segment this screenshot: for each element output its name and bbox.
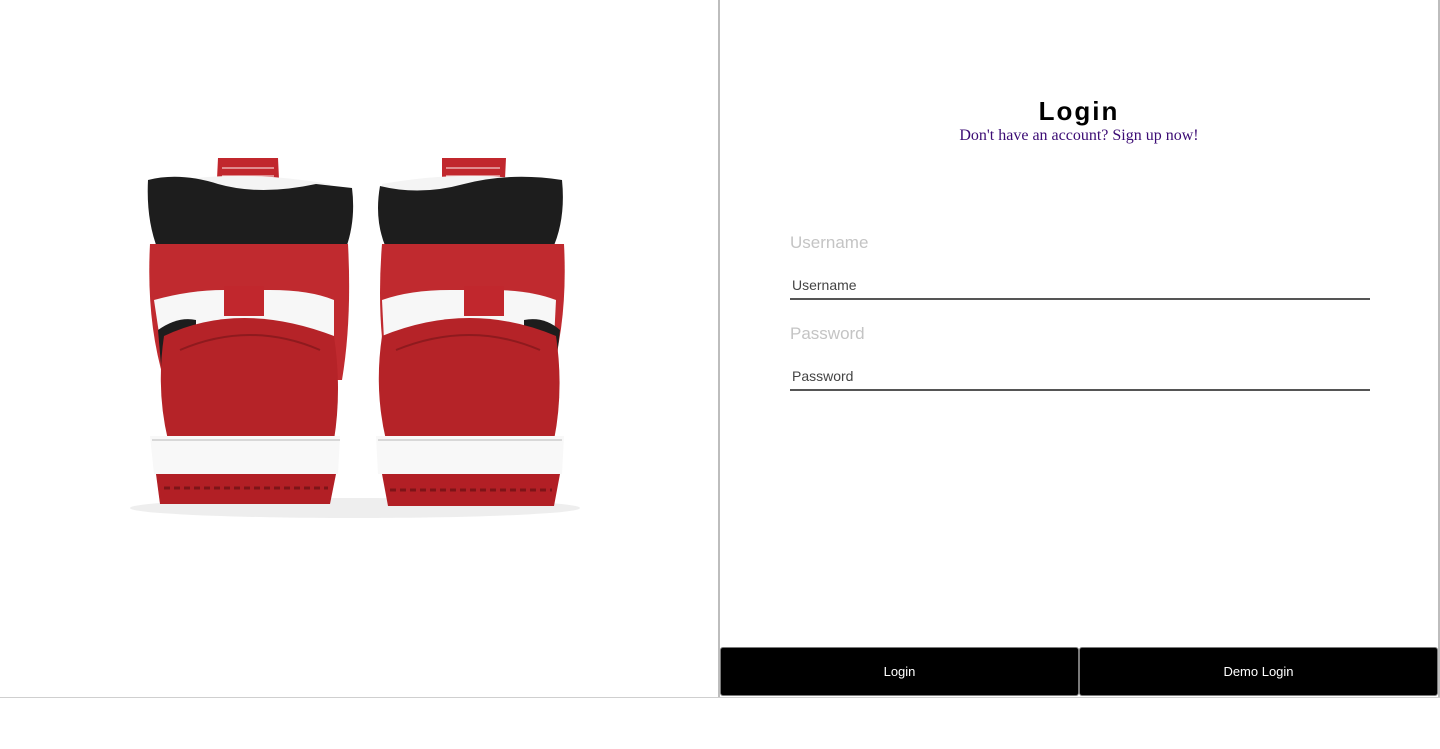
password-input[interactable] [790, 347, 1370, 391]
action-buttons: Login Demo Login [720, 647, 1438, 696]
login-button[interactable]: Login [720, 647, 1079, 696]
page-title: Login [1038, 96, 1120, 126]
signup-link[interactable]: Don't have an account? Sign up now! [720, 127, 1438, 145]
login-panel: Login Don't have an account? Sign up now… [720, 0, 1440, 697]
login-page: Login Don't have an account? Sign up now… [0, 0, 1440, 698]
password-field-group: Password [790, 323, 1370, 391]
hero-panel [0, 0, 720, 697]
password-label: Password [790, 324, 865, 343]
sneaker-image [130, 158, 580, 518]
username-label: Username [790, 233, 869, 252]
demo-login-button[interactable]: Demo Login [1079, 647, 1438, 696]
username-input[interactable] [790, 256, 1370, 300]
username-field-group: Username [790, 232, 1370, 300]
